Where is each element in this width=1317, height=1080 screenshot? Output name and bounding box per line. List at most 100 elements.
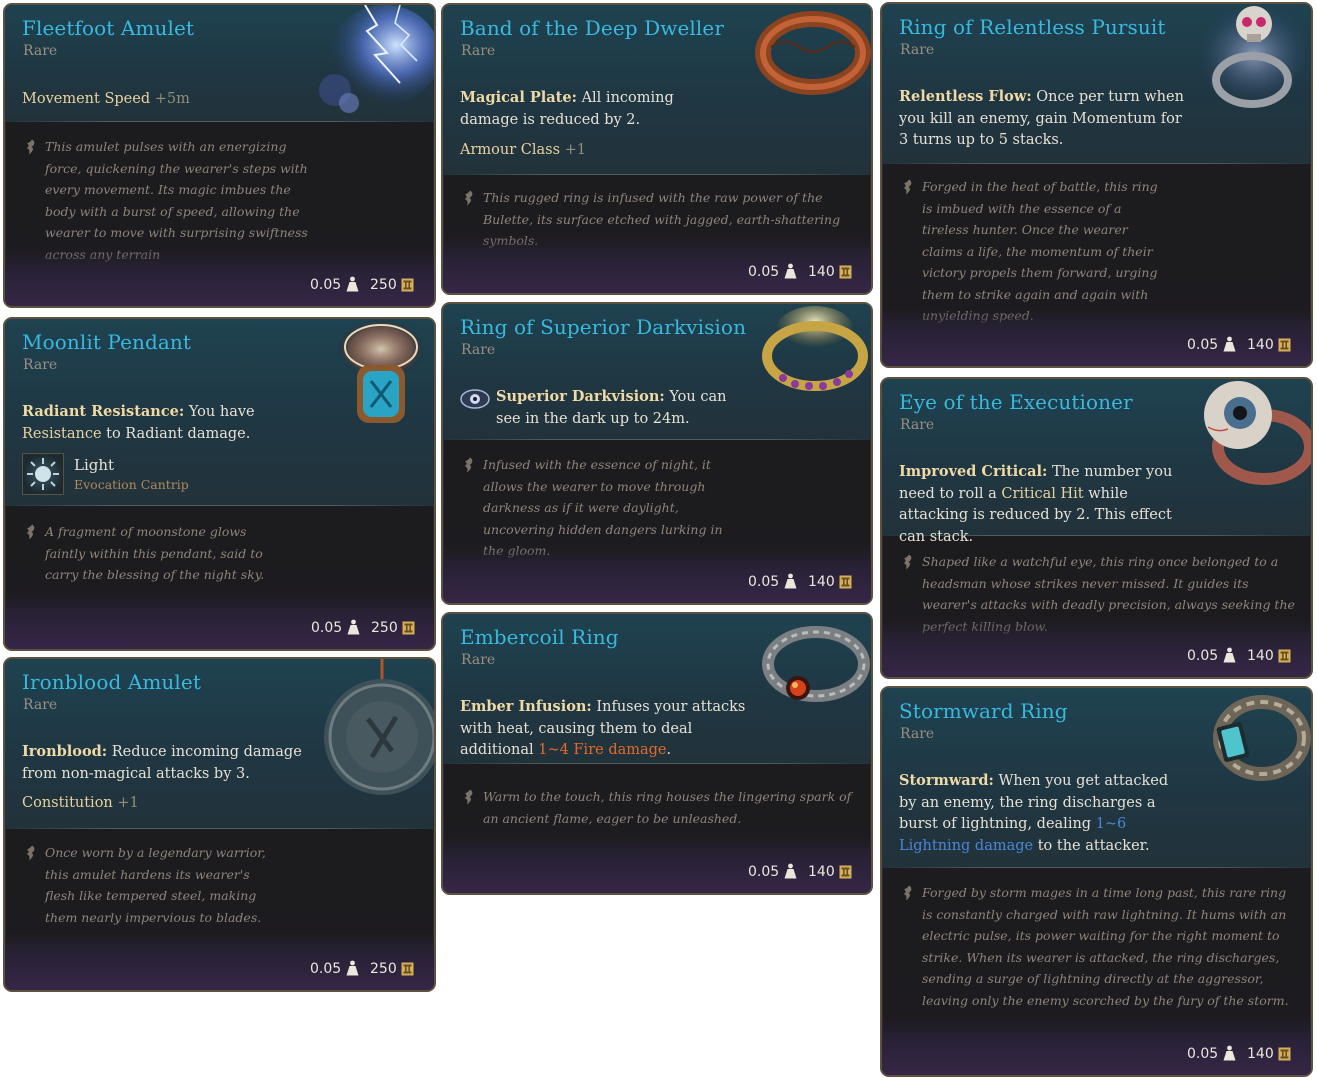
item-property: Ember Infusion: Infuses your attacks wit… <box>460 698 746 758</box>
card-footer <box>443 545 871 603</box>
weight-icon <box>346 960 359 976</box>
item-rarity: Rare <box>461 652 496 668</box>
item-card-moonlit-pendant[interactable]: Moonlit Pendant Rare Radiant Resistance:… <box>3 317 436 651</box>
item-weight: 0.05 <box>1187 648 1219 664</box>
item-lore: Forged in the heat of battle, this ring … <box>900 176 1172 323</box>
sun-icon <box>27 458 59 490</box>
item-value: 140 <box>808 864 835 880</box>
item-card-embercoil-ring[interactable]: Embercoil Ring Rare Ember Infusion: Infu… <box>441 612 873 895</box>
eye-darkvision-icon <box>460 389 490 409</box>
item-value: 140 <box>808 264 835 280</box>
item-rarity: Rare <box>23 357 58 373</box>
item-lore: Once worn by a legendary warrior, this a… <box>23 842 283 932</box>
ring-skull-icon <box>1202 4 1310 108</box>
card-footer <box>443 235 871 293</box>
gold-coin-icon <box>1278 1047 1291 1061</box>
gold-coin-icon <box>401 278 414 292</box>
item-weight: 0.05 <box>748 864 780 880</box>
item-property: Radiant Resistance: You have Resistance … <box>22 403 255 442</box>
item-stat: Movement Speed +5m <box>22 91 190 107</box>
card-footer <box>443 835 871 893</box>
quill-icon <box>461 457 475 473</box>
item-lore: A fragment of moonstone glows faintly wi… <box>23 521 283 591</box>
item-rarity: Rare <box>23 697 58 713</box>
ring-ember-icon <box>762 626 870 702</box>
item-rarity: Rare <box>23 43 58 59</box>
item-value: 140 <box>1247 648 1274 664</box>
item-name: Ironblood Amulet <box>22 670 201 694</box>
item-weight: 0.05 <box>748 264 780 280</box>
item-stat: Constitution +1 <box>22 795 139 811</box>
item-value: 250 <box>370 961 397 977</box>
item-lore: Warm to the touch, this ring houses the … <box>461 786 856 836</box>
item-card-stormward-ring[interactable]: Stormward Ring Rare Stormward: When you … <box>880 686 1313 1077</box>
item-lore: Shaped like a watchful eye, this ring on… <box>900 551 1300 634</box>
ring-gold-icon <box>762 306 868 391</box>
item-card-ironblood-amulet[interactable]: Ironblood Amulet Rare Ironblood: Reduce … <box>3 657 436 992</box>
item-value: 140 <box>808 574 835 590</box>
item-rarity: Rare <box>900 726 935 742</box>
item-property: Magical Plate: All incoming damage is re… <box>460 89 674 128</box>
quill-icon <box>900 554 914 570</box>
stat-label: Constitution <box>22 795 113 811</box>
item-card-ring-of-relentless-pursuit[interactable]: Ring of Relentless Pursuit Rare Relentle… <box>880 2 1313 368</box>
stat-label: Movement Speed <box>22 91 151 107</box>
item-name: Band of the Deep Dweller <box>460 16 725 40</box>
quill-icon <box>900 885 914 901</box>
weight-icon <box>784 573 797 589</box>
spell-light-icon[interactable] <box>22 453 64 495</box>
item-name: Ring of Superior Darkvision <box>460 315 747 339</box>
gold-coin-icon <box>1278 338 1291 352</box>
weight-icon <box>784 263 797 279</box>
item-card-ring-of-superior-darkvision[interactable]: Ring of Superior Darkvision Rare Superio… <box>441 302 873 605</box>
spell-name: Light <box>74 456 115 474</box>
stat-label: Armour Class <box>460 142 561 158</box>
quill-icon <box>23 524 37 540</box>
item-name: Eye of the Executioner <box>899 390 1133 414</box>
gold-coin-icon <box>401 962 414 976</box>
item-name: Ring of Relentless Pursuit <box>899 15 1166 39</box>
item-weight: 0.05 <box>310 961 342 977</box>
item-name: Stormward Ring <box>899 699 1068 723</box>
weight-icon <box>1223 647 1236 663</box>
amulet-medallion-icon <box>324 659 434 795</box>
weight-icon <box>346 276 359 292</box>
item-card-fleetfoot-amulet[interactable]: Fleetfoot Amulet Rare Movement Speed +5m… <box>3 3 436 308</box>
item-rarity: Rare <box>461 43 496 59</box>
item-property: Ironblood: Reduce incoming damage from n… <box>22 743 302 782</box>
spell-school: Evocation Cantrip <box>74 477 189 492</box>
pendant-moonstone-icon <box>337 319 425 423</box>
item-property: Superior Darkvision: You can see in the … <box>496 388 727 427</box>
stat-bonus: +5m <box>154 91 190 107</box>
item-property: Relentless Flow: Once per turn when you … <box>899 88 1184 148</box>
gold-coin-icon <box>402 621 415 635</box>
item-weight: 0.05 <box>311 620 343 636</box>
quill-icon <box>900 179 914 195</box>
item-lore: Forged by storm mages in a time long pas… <box>900 882 1300 1017</box>
item-value: 250 <box>370 277 397 293</box>
weight-icon <box>347 619 360 635</box>
item-weight: 0.05 <box>310 277 342 293</box>
gold-coin-icon <box>1278 649 1291 663</box>
item-property: Improved Critical: The number you need t… <box>899 463 1173 545</box>
weight-icon <box>1223 1045 1236 1061</box>
item-name: Embercoil Ring <box>460 625 619 649</box>
item-value: 140 <box>1247 337 1274 353</box>
quill-icon <box>461 190 475 206</box>
weight-icon <box>784 863 797 879</box>
card-footer <box>5 591 434 649</box>
item-lore: This amulet pulses with an energizing fo… <box>23 136 313 262</box>
item-card-band-of-the-deep-dweller[interactable]: Band of the Deep Dweller Rare Magical Pl… <box>441 3 873 295</box>
quill-icon <box>23 845 37 861</box>
quill-icon <box>23 139 37 155</box>
item-lore: This rugged ring is infused with the raw… <box>461 187 856 248</box>
item-card-eye-of-the-executioner[interactable]: Eye of the Executioner Rare Improved Cri… <box>880 377 1313 679</box>
weight-icon <box>1223 336 1236 352</box>
item-rarity: Rare <box>900 42 935 58</box>
item-lore: Infused with the essence of night, it al… <box>461 454 731 558</box>
gold-coin-icon <box>839 265 852 279</box>
ring-eye-icon <box>1204 381 1311 485</box>
stat-bonus: +1 <box>117 795 139 811</box>
item-name: Fleetfoot Amulet <box>22 16 195 40</box>
item-value: 140 <box>1247 1046 1274 1062</box>
